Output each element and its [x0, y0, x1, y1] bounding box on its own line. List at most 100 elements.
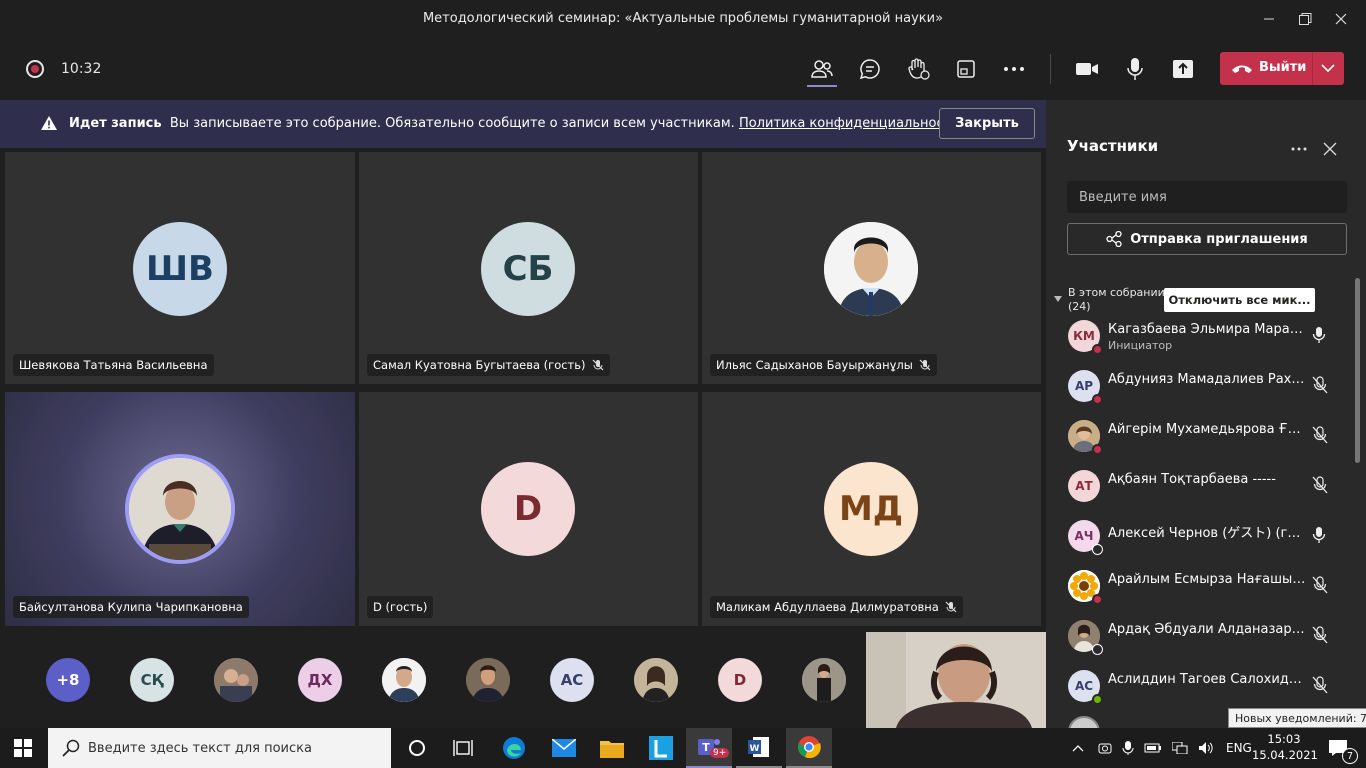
mute-all-button[interactable]: Отключить все мик... — [1164, 288, 1315, 312]
chevron-down-icon[interactable] — [1321, 63, 1335, 73]
participant-name: Абдунияз Мамадалиев Рахимович — [1108, 372, 1306, 387]
participant-search-input[interactable] — [1067, 181, 1347, 213]
reactions-button[interactable] — [903, 55, 933, 83]
mic-off-icon[interactable] — [1312, 676, 1328, 694]
breakout-rooms-button[interactable] — [951, 55, 981, 83]
participant-avatar-partial — [1068, 716, 1100, 728]
system-tray: ENG — [1072, 728, 1252, 768]
strip-avatar-photo[interactable] — [634, 658, 678, 702]
mic-off-icon[interactable] — [1312, 426, 1328, 444]
word-taskbar-button[interactable]: W — [736, 728, 782, 768]
mic-off-icon[interactable] — [1312, 376, 1328, 394]
status-busy-icon — [1092, 444, 1103, 455]
participant-row[interactable]: АР Абдунияз Мамадалиев Рахимович — [1066, 366, 1336, 406]
video-tile[interactable]: Ильяс Садыханов Бауыржанұлы — [702, 152, 1041, 384]
avatar: D — [481, 462, 575, 556]
task-view-button[interactable] — [440, 728, 486, 768]
collapse-triangle-icon[interactable] — [1054, 296, 1062, 302]
strip-avatar[interactable]: АС — [550, 658, 594, 702]
participants-button[interactable] — [807, 55, 837, 83]
mic-off-icon[interactable] — [1312, 576, 1328, 594]
edge-taskbar-button[interactable] — [491, 728, 537, 768]
tile-name-label: Маликам Абдуллаева Дилмуратовна — [710, 596, 963, 618]
person-photo-icon — [824, 222, 918, 316]
more-actions-button[interactable] — [999, 55, 1029, 83]
mic-off-icon[interactable] — [1312, 626, 1328, 644]
participant-name: D (гость) — [373, 600, 428, 614]
close-icon[interactable] — [1323, 142, 1337, 156]
camera-tray-icon[interactable] — [1098, 741, 1112, 755]
chevron-up-icon[interactable] — [1072, 744, 1084, 752]
windows-logo-icon — [14, 739, 32, 757]
participant-name: Алексей Чернов (ゲスト) (гость) — [1108, 526, 1306, 541]
self-video-icon — [866, 632, 1046, 728]
camera-button[interactable] — [1072, 55, 1102, 83]
clock-time: 15:03 — [1267, 732, 1301, 746]
teams-badge: 9+ — [710, 748, 730, 758]
toolbar-separator — [1050, 54, 1051, 84]
panel-scrollbar[interactable] — [1355, 278, 1360, 463]
mic-on-icon[interactable] — [1312, 526, 1326, 544]
mic-button[interactable] — [1120, 55, 1150, 83]
participant-row[interactable]: Айгерім Мухамедьярова Ғалымжанқызы — [1066, 416, 1336, 456]
start-button[interactable] — [0, 728, 46, 768]
video-tile[interactable]: ШВ Шевякова Татьяна Васильевна — [5, 152, 355, 384]
banner-close-button[interactable]: Закрыть — [939, 108, 1035, 139]
explorer-taskbar-button[interactable] — [589, 728, 635, 768]
lingvo-taskbar-button[interactable] — [638, 728, 684, 768]
strip-avatar-photo[interactable] — [214, 658, 258, 702]
share-screen-button[interactable] — [1168, 55, 1198, 83]
mail-taskbar-button[interactable] — [541, 728, 587, 768]
send-invite-button[interactable]: Отправка приглашения — [1067, 223, 1347, 255]
teams-taskbar-button[interactable]: T 9+ — [686, 728, 732, 768]
mic-off-icon[interactable] — [1312, 476, 1328, 494]
minimize-icon — [1264, 18, 1274, 20]
close-window-button[interactable] — [1326, 8, 1356, 30]
strip-avatar-photo[interactable] — [466, 658, 510, 702]
mic-on-icon[interactable] — [1312, 326, 1326, 344]
more-icon[interactable] — [1291, 147, 1307, 151]
microphone-tray-icon[interactable] — [1122, 740, 1134, 756]
folder-icon — [600, 741, 624, 758]
volume-icon[interactable] — [1198, 741, 1214, 755]
strip-avatar-photo[interactable] — [382, 658, 426, 702]
network-icon[interactable] — [1172, 742, 1188, 754]
participant-row[interactable]: АТ Ақбаян Тоқтарбаева ----- — [1066, 466, 1336, 506]
close-icon — [1335, 13, 1347, 25]
strip-avatar[interactable]: СҚ — [130, 658, 174, 702]
action-center-button[interactable]: 7 — [1318, 728, 1358, 768]
privacy-policy-link[interactable]: Политика конфиденциальности — [739, 116, 960, 131]
strip-avatar[interactable]: ДХ — [298, 658, 342, 702]
person-photo-icon — [634, 658, 678, 702]
leave-button[interactable]: Выйти — [1220, 52, 1344, 85]
chat-button[interactable] — [855, 55, 885, 83]
language-indicator[interactable]: ENG — [1226, 741, 1252, 755]
participant-row[interactable]: АС Аслиддин Тагоев Салохиддинович — [1066, 666, 1336, 706]
self-video-preview[interactable] — [866, 632, 1046, 728]
share-link-icon — [1106, 231, 1122, 247]
participant-row[interactable]: КМ Кагазбаева Эльмира Маратовна Инициато… — [1066, 316, 1336, 356]
clock[interactable]: 15:03 15.04.2021 — [1252, 731, 1318, 763]
participant-row[interactable]: Ардақ Әбдуали Алданазарқызы — [1066, 616, 1336, 656]
strip-avatar-photo[interactable] — [802, 658, 846, 702]
leave-divider — [1312, 52, 1313, 85]
chrome-icon — [798, 736, 821, 759]
chat-icon — [859, 59, 880, 80]
cortana-button[interactable] — [394, 728, 440, 768]
video-tile-speaking[interactable]: Байсултанова Кулипа Чарипкановна — [5, 392, 355, 626]
more-participants-button[interactable]: +8 — [46, 658, 90, 702]
status-offline-icon — [1092, 544, 1103, 555]
taskbar-search-box[interactable]: Введите здесь текст для поиска — [48, 728, 391, 768]
participant-row[interactable]: Арайлым Есмырза Нағашыбекқызы — [1066, 566, 1336, 606]
panel-title: Участники — [1067, 137, 1159, 155]
video-tile[interactable]: D D (гость) — [359, 392, 698, 626]
battery-icon[interactable] — [1144, 742, 1162, 754]
recording-icon — [26, 60, 44, 78]
chrome-taskbar-button[interactable] — [786, 728, 832, 768]
video-tile[interactable]: СБ Самал Куатовна Бугытаева (гость) — [359, 152, 698, 384]
minimize-button[interactable] — [1254, 8, 1284, 30]
participant-row[interactable]: АЧ Алексей Чернов (ゲスト) (гость) — [1066, 516, 1336, 556]
maximize-button[interactable] — [1290, 8, 1320, 30]
video-tile[interactable]: МД Маликам Абдуллаева Дилмуратовна — [702, 392, 1041, 626]
strip-avatar[interactable]: D — [718, 658, 762, 702]
